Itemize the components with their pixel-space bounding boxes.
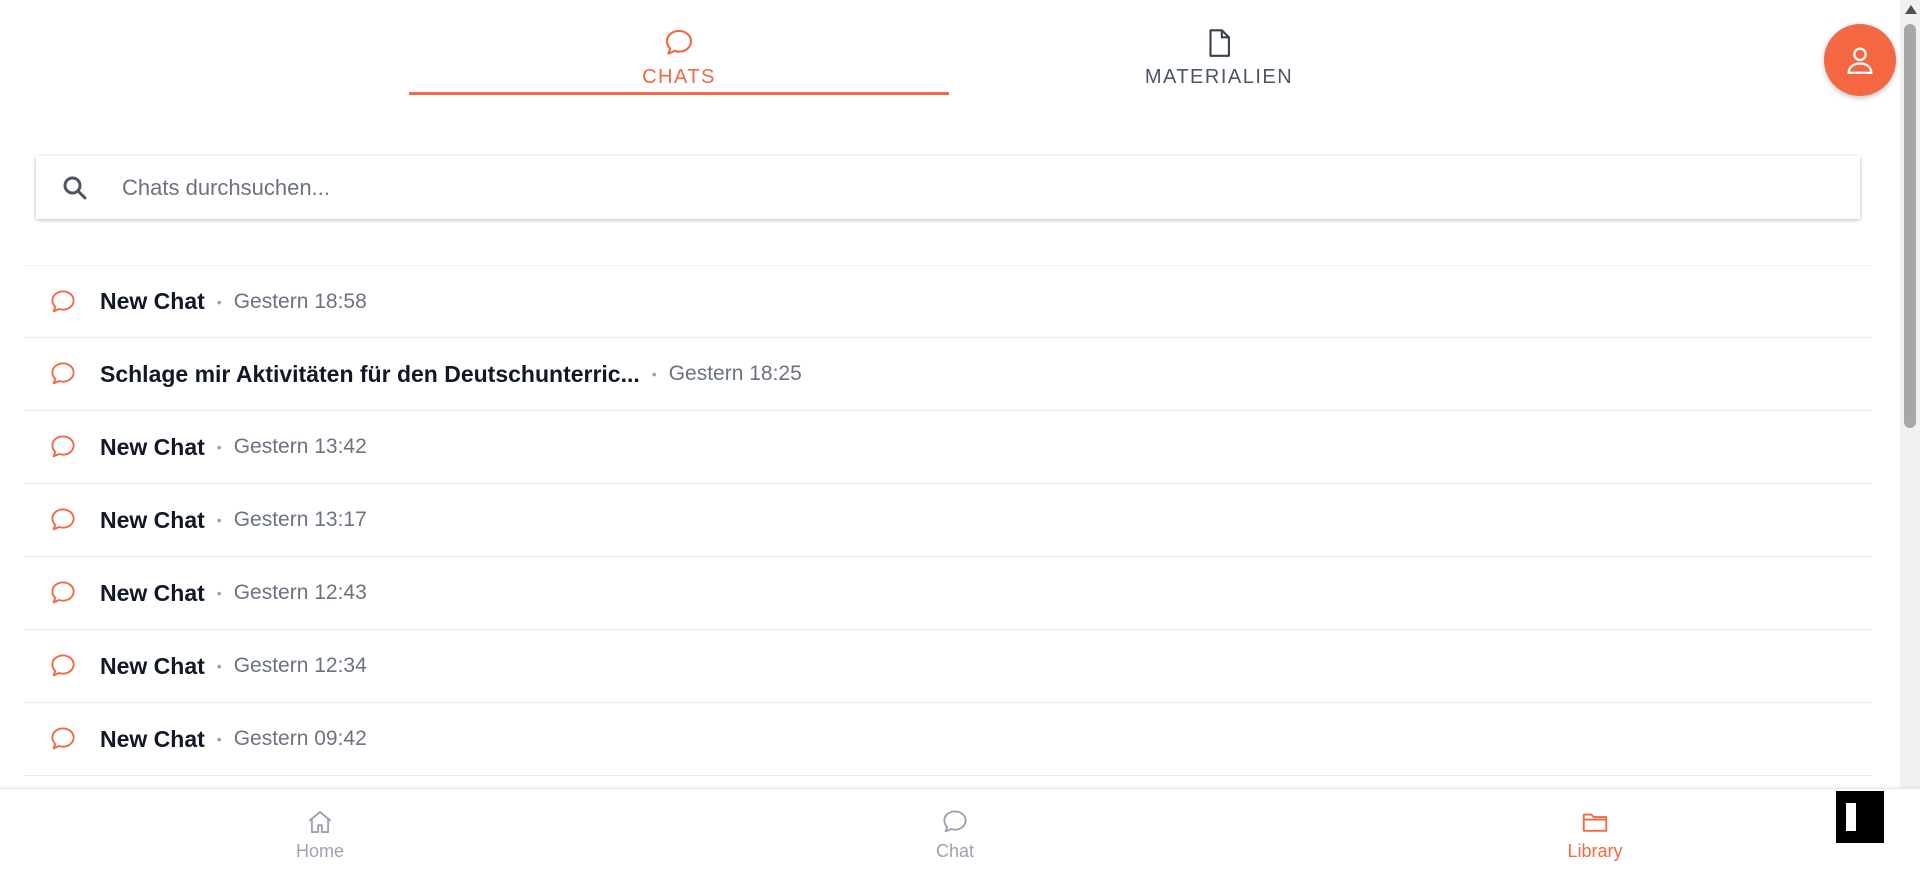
corner-widget-bar <box>1846 803 1856 831</box>
chat-timestamp: Gestern 13:42 <box>233 435 367 458</box>
chat-list-item[interactable]: New Chat • Gestern 18:58 <box>24 265 1872 338</box>
chat-bubble-icon <box>51 289 75 312</box>
chat-title: New Chat <box>100 433 205 460</box>
nav-library[interactable]: Library <box>1515 807 1675 862</box>
separator-dot: • <box>216 512 222 528</box>
chat-timestamp: Gestern 09:42 <box>233 727 367 750</box>
separator-dot: • <box>216 585 222 601</box>
chat-bubble-icon <box>51 727 75 750</box>
chat-title: New Chat <box>100 652 205 679</box>
chat-list-item[interactable]: New Chat • Gestern 13:17 <box>24 484 1872 557</box>
separator-dot: • <box>216 293 222 310</box>
chat-timestamp: Gestern 13:17 <box>233 508 367 531</box>
chat-search-bar <box>36 156 1860 219</box>
top-tabs: CHATS MATERIALIEN <box>409 0 1489 96</box>
scroll-up-arrow-icon[interactable] <box>1905 5 1917 14</box>
nav-chat-label: Chat <box>935 841 975 861</box>
chat-timestamp: Gestern 18:58 <box>233 289 367 313</box>
tab-chats-label: CHATS <box>642 66 716 88</box>
chat-title: New Chat <box>100 725 205 752</box>
separator-dot: • <box>216 658 222 674</box>
document-icon <box>1209 29 1230 57</box>
separator-dot: • <box>216 439 222 455</box>
tab-materialien-label: MATERIALIEN <box>1144 66 1294 88</box>
nav-home[interactable]: Home <box>240 807 400 862</box>
chat-timestamp: Gestern 12:43 <box>233 581 367 604</box>
search-icon <box>63 176 87 199</box>
nav-chat[interactable]: Chat <box>875 807 1035 862</box>
chat-list-item[interactable]: New Chat • Gestern 09:42 <box>24 703 1872 776</box>
chat-bubble-icon <box>51 362 75 385</box>
chat-bubble-icon <box>51 508 75 531</box>
chat-title: New Chat <box>100 288 205 314</box>
chat-title: New Chat <box>100 579 205 606</box>
home-icon <box>308 811 332 833</box>
chat-title: New Chat <box>100 506 205 533</box>
chat-timestamp: Gestern 12:34 <box>233 654 367 677</box>
chat-bubble-icon <box>665 29 693 55</box>
chat-bubble-icon <box>51 435 75 458</box>
nav-library-label: Library <box>1567 841 1623 861</box>
chat-bubble-icon <box>51 581 75 604</box>
chat-title: Schlage mir Aktivitäten für den Deutschu… <box>100 360 640 387</box>
tab-chats[interactable]: CHATS <box>409 0 949 96</box>
folder-icon <box>1582 813 1608 832</box>
user-icon <box>1847 47 1873 74</box>
bottom-navigation: Home Chat Library <box>0 788 1920 879</box>
tab-materialien[interactable]: MATERIALIEN <box>949 0 1489 96</box>
search-input[interactable] <box>120 173 1860 202</box>
scrollbar-thumb[interactable] <box>1904 24 1916 428</box>
chat-list-item[interactable]: New Chat • Gestern 12:34 <box>24 630 1872 703</box>
page-scrollbar[interactable] <box>1900 0 1920 790</box>
separator-dot: • <box>216 731 222 747</box>
corner-widget-button[interactable] <box>1836 791 1884 843</box>
chat-list-item[interactable]: Schlage mir Aktivitäten für den Deutschu… <box>24 338 1872 411</box>
chat-bubble-icon <box>51 654 75 677</box>
chat-list-item[interactable]: New Chat • Gestern 12:43 <box>24 557 1872 630</box>
nav-home-label: Home <box>295 841 344 861</box>
chat-timestamp: Gestern 18:25 <box>668 362 802 385</box>
chat-bubble-icon <box>943 810 967 833</box>
chat-list: New Chat • Gestern 18:58 Schlage mir Akt… <box>24 265 1872 776</box>
chat-list-item[interactable]: New Chat • Gestern 13:42 <box>24 411 1872 484</box>
separator-dot: • <box>651 366 657 382</box>
profile-avatar-button[interactable] <box>1824 24 1896 96</box>
